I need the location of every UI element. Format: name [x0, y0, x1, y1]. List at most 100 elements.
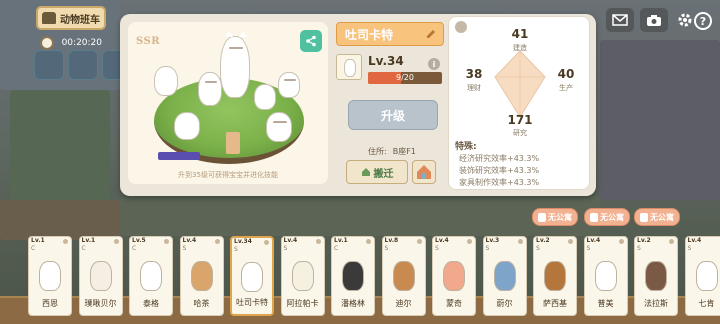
pin-icon — [669, 239, 674, 244]
help-icon[interactable]: ? — [694, 12, 712, 30]
character-figure — [493, 261, 516, 291]
side-tile[interactable] — [68, 50, 98, 80]
pin-icon — [618, 239, 624, 244]
traits-title: 特殊: — [455, 142, 477, 152]
share-button[interactable] — [300, 30, 322, 52]
card-rank: C — [132, 245, 137, 252]
cat-figure — [174, 112, 200, 140]
settings-button[interactable] — [674, 8, 696, 32]
tag-icon — [590, 212, 598, 222]
character-card[interactable]: Lv.2 S 萨西基 — [533, 236, 577, 316]
build-value: 41 — [511, 27, 529, 41]
cat-figure — [198, 72, 222, 106]
mini-avatar — [336, 54, 362, 80]
card-level: Lv.4 — [687, 237, 702, 244]
animal-bus-label: 动物班车 — [60, 14, 100, 26]
character-card[interactable]: Lv.8 S 迪尔 — [381, 236, 426, 316]
trait-item: 经济研究效率+43.3% — [459, 154, 540, 163]
pin-icon — [416, 239, 422, 244]
animal-bus-button[interactable]: 动物班车 — [36, 6, 106, 30]
exp-text: 9/20 — [396, 73, 414, 82]
exp-bar: 9/20 — [368, 72, 442, 84]
no-apartment-tag[interactable]: 无公寓 — [532, 208, 578, 226]
research-label: 研究 — [513, 129, 527, 137]
residence-value: B座F1 — [392, 147, 416, 156]
character-card[interactable]: Lv.34 S 吐司卡特 — [230, 236, 274, 316]
bus-icon — [42, 12, 56, 24]
card-level: Lv.2 — [637, 237, 651, 244]
info-icon[interactable]: i — [428, 58, 440, 70]
card-rank: S — [384, 245, 389, 252]
character-card[interactable]: Lv.4 S 七肯 — [684, 236, 720, 316]
card-rank: S — [536, 245, 540, 252]
card-level: Lv.4 — [182, 237, 197, 244]
card-name: 普美 — [597, 299, 614, 308]
character-card[interactable]: Lv.4 S 阿拉帕卡 — [280, 236, 325, 316]
pin-icon — [315, 239, 321, 244]
card-name: 泰格 — [143, 299, 159, 308]
card-rank: C — [334, 245, 339, 252]
card-name: 璞啾贝尔 — [84, 299, 117, 308]
pin-icon — [164, 239, 169, 244]
pin-icon — [366, 239, 371, 244]
tag-label: 无公寓 — [600, 212, 624, 222]
card-rank: S — [182, 245, 187, 252]
card-name: 潘格林 — [341, 299, 365, 308]
character-name-box[interactable]: 吐司卡特 — [336, 22, 444, 46]
tag-label: 无公寓 — [650, 212, 674, 222]
camera-button[interactable] — [640, 8, 668, 32]
character-figure — [443, 261, 465, 291]
card-rank: S — [485, 245, 490, 252]
finance-label: 理财 — [467, 84, 481, 92]
pin-icon — [517, 239, 523, 244]
card-rank: S — [234, 246, 238, 253]
card-level: Lv.4 — [586, 237, 601, 244]
cat-figure — [278, 72, 300, 98]
rarity-badge: SSR — [136, 36, 161, 47]
share-icon — [306, 35, 316, 47]
character-card[interactable]: Lv.4 S 普美 — [583, 236, 628, 316]
character-card[interactable]: Lv.5 C 泰格 — [129, 236, 173, 316]
card-name: 吐司卡特 — [236, 298, 268, 307]
character-card[interactable]: Lv.4 S 蒙奇 — [432, 236, 476, 316]
character-card[interactable]: Lv.1 C 璞啾贝尔 — [78, 236, 123, 316]
evolve-tip: 升到35级可获得宝宝并进化技能 — [178, 171, 278, 179]
upgrade-button[interactable]: 升级 — [348, 100, 438, 130]
character-portrait: SSR 升到35级可获得宝宝并进化技能 — [128, 22, 328, 184]
ice-cream-icon — [226, 132, 240, 154]
card-level: Lv.5 — [132, 237, 146, 244]
no-apartment-tag[interactable]: 无公寓 — [634, 208, 680, 226]
side-tile[interactable] — [34, 50, 64, 80]
tag-icon — [538, 212, 546, 222]
character-figure — [291, 261, 314, 291]
apartment-icon — [417, 165, 431, 179]
character-card[interactable]: Lv.3 S 蔚尔 — [482, 236, 527, 316]
character-figure — [544, 261, 566, 291]
character-card[interactable]: Lv.1 C 西恩 — [28, 236, 72, 316]
card-level: Lv.3 — [485, 237, 500, 244]
cat-figure — [220, 31, 250, 98]
tag-label: 无公寓 — [548, 212, 572, 222]
character-figure — [39, 261, 61, 291]
produce-value: 40 — [557, 67, 575, 81]
cat-figure — [154, 66, 178, 96]
move-button[interactable]: 搬迁 — [346, 160, 408, 184]
card-level: Lv.34 — [234, 238, 252, 245]
character-card[interactable]: Lv.2 S 法拉斯 — [634, 236, 678, 316]
card-name: 萨西基 — [543, 299, 567, 308]
character-card[interactable]: Lv.1 C 潘格林 — [331, 236, 375, 316]
timer-text: 00:20:20 — [61, 38, 102, 48]
house-icon — [361, 168, 370, 176]
mail-button[interactable] — [606, 8, 634, 32]
camera-icon — [647, 14, 661, 26]
clock-icon — [40, 36, 54, 50]
apartment-button[interactable] — [412, 160, 436, 184]
no-apartment-tag[interactable]: 无公寓 — [584, 208, 630, 226]
card-level: Lv.4 — [283, 237, 298, 244]
card-rank: C — [31, 245, 36, 252]
pin-icon — [264, 240, 269, 245]
pin-icon — [214, 239, 220, 244]
edit-icon[interactable] — [425, 28, 437, 40]
character-card[interactable]: Lv.4 S 哈茶 — [179, 236, 224, 316]
card-name: 西恩 — [42, 299, 58, 308]
